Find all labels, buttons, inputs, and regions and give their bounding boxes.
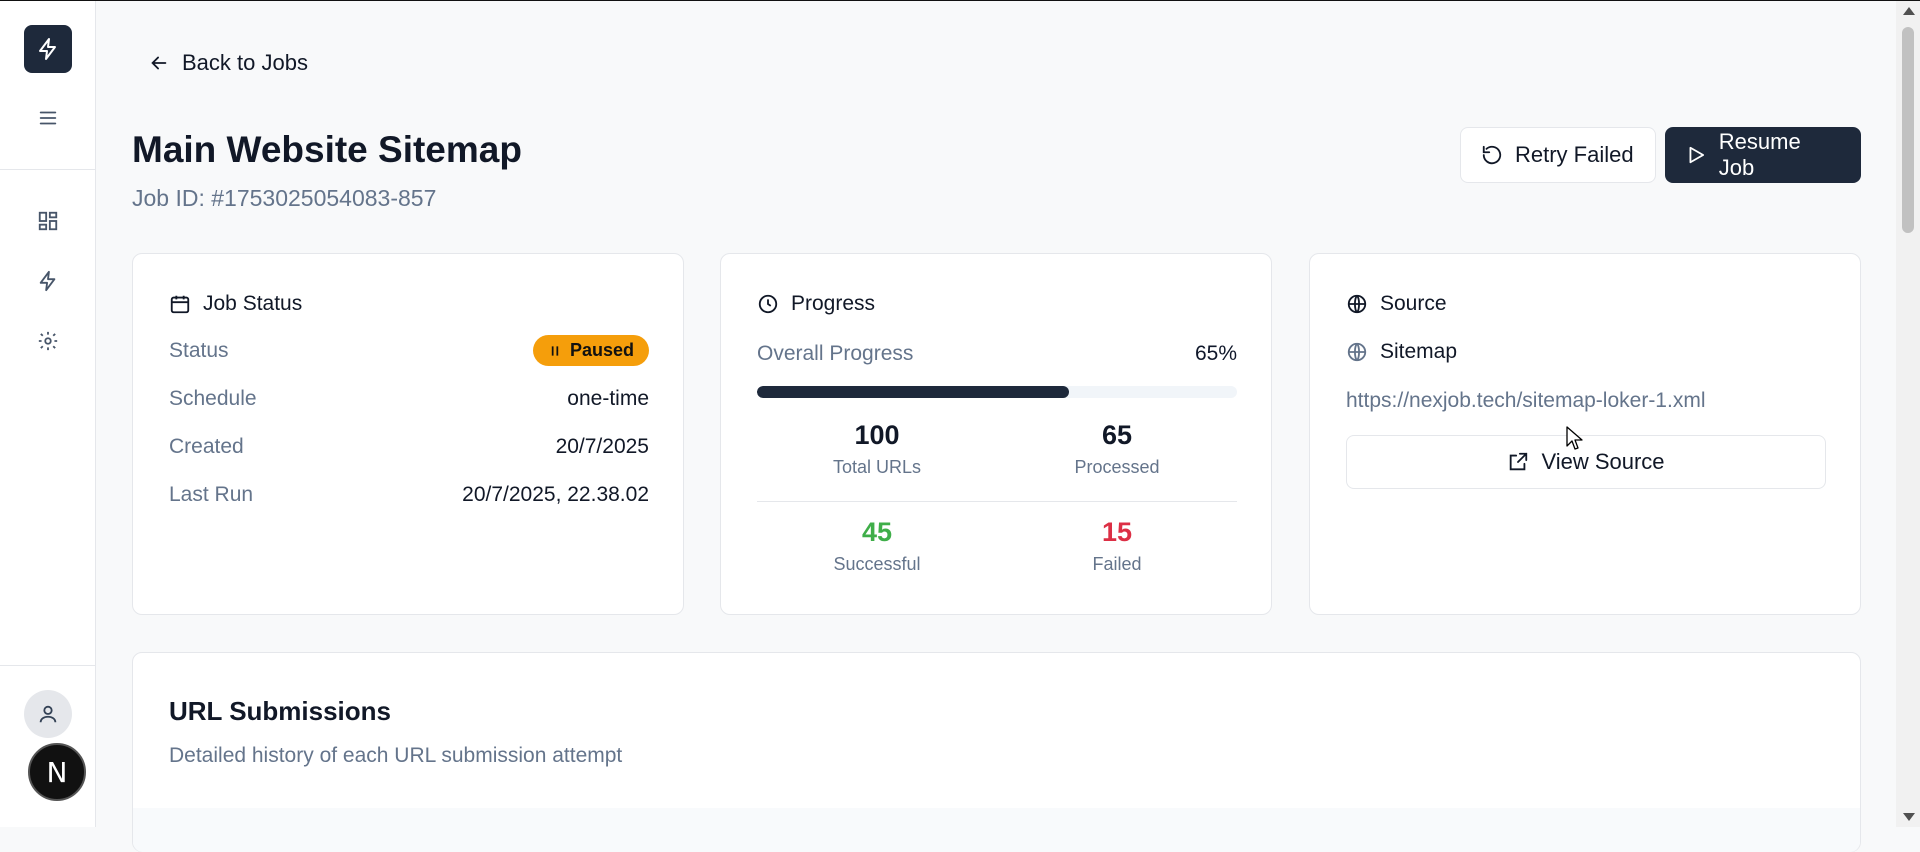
job-status-title: Job Status	[203, 292, 303, 315]
clock-icon	[758, 294, 778, 314]
url-submissions-card: URL Submissions Detailed history of each…	[132, 652, 1861, 852]
play-icon	[1689, 146, 1705, 164]
resume-label: Resume Job	[1718, 129, 1801, 180]
scroll-up-arrow[interactable]	[1903, 7, 1915, 15]
stat-total: 100 Total URLs	[757, 420, 997, 478]
progress-bar	[757, 386, 1237, 398]
sidebar-item-settings[interactable]	[33, 326, 63, 356]
mouse-cursor-icon	[1566, 426, 1583, 450]
overall-progress-label: Overall Progress	[757, 342, 914, 365]
source-url: https://nexjob.tech/sitemap-loker-1.xml	[1346, 389, 1706, 412]
stat-processed: 65 Processed	[997, 420, 1237, 478]
calendar-icon	[170, 295, 190, 314]
stat-failed: 15 Failed	[997, 517, 1237, 575]
progress-bar-fill	[757, 386, 1069, 398]
job-status-card: Job Status Status Paused Schedule one-ti…	[132, 253, 684, 615]
source-heading: Source	[1346, 292, 1447, 316]
user-icon	[39, 705, 57, 723]
back-label: Back to Jobs	[182, 50, 308, 75]
url-submissions-description: Detailed history of each URL submission …	[169, 744, 623, 767]
stat-processed-caption: Processed	[1074, 457, 1160, 477]
schedule-label: Schedule	[169, 387, 257, 410]
table-header-strip	[133, 808, 1860, 852]
hamburger-icon	[39, 111, 57, 125]
retry-failed-button[interactable]: Retry Failed	[1460, 127, 1656, 183]
scroll-down-arrow[interactable]	[1903, 813, 1915, 821]
status-label: Status	[169, 338, 229, 362]
resume-job-button[interactable]: Resume Job	[1665, 127, 1861, 183]
schedule-value: one-time	[567, 387, 649, 410]
external-link-icon	[1510, 452, 1528, 471]
source-type-label: Sitemap	[1380, 340, 1458, 363]
stat-failed-caption: Failed	[1092, 554, 1142, 574]
app-logo[interactable]	[24, 25, 72, 73]
stat-total-number: 100	[854, 420, 900, 450]
last-run-label: Last Run	[169, 483, 254, 506]
retry-label: Retry Failed	[1515, 142, 1634, 167]
retry-icon	[1482, 145, 1502, 165]
page-title: Main Website Sitemap	[132, 129, 522, 170]
pause-icon	[551, 345, 559, 356]
progress-title: Progress	[791, 292, 876, 315]
sidebar-divider	[0, 665, 95, 666]
status-row: Status Paused	[169, 335, 649, 366]
view-source-label: View Source	[1541, 449, 1665, 474]
job-status-heading: Job Status	[169, 292, 302, 316]
dev-badge[interactable]: N	[28, 743, 86, 801]
arrow-left-icon	[151, 56, 167, 70]
gear-icon	[38, 331, 58, 351]
created-row: Created 20/7/2025	[169, 435, 649, 459]
schedule-row: Schedule one-time	[169, 387, 649, 411]
dashboard-icon	[38, 211, 58, 231]
source-type: Sitemap	[1346, 340, 1457, 364]
stat-total-caption: Total URLs	[832, 457, 922, 477]
job-id: Job ID: #1753025054083-857	[132, 185, 437, 211]
globe-icon	[1347, 294, 1367, 314]
main-content: Back to Jobs Main Website Sitemap Job ID…	[96, 1, 1896, 852]
sidebar-divider	[0, 169, 95, 170]
source-title: Source	[1380, 292, 1447, 315]
overall-progress-value: 65%	[1194, 342, 1237, 365]
stat-processed-number: 65	[1101, 420, 1133, 450]
page-scrollbar[interactable]	[1896, 1, 1920, 827]
globe-icon	[1347, 342, 1367, 362]
menu-toggle-button[interactable]	[33, 103, 63, 133]
overall-progress-row: Overall Progress 65%	[757, 342, 1237, 366]
last-run-row: Last Run 20/7/2025, 22.38.02	[169, 483, 649, 507]
stat-failed-number: 15	[1101, 517, 1133, 547]
lightning-icon	[39, 38, 56, 60]
url-submissions-title: URL Submissions	[169, 696, 392, 726]
sidebar-item-jobs[interactable]	[33, 266, 63, 296]
progress-heading: Progress	[757, 292, 875, 316]
stats-divider	[757, 501, 1237, 502]
progress-card: Progress Overall Progress 65% 100 Total …	[720, 253, 1272, 615]
status-badge: Paused	[532, 335, 649, 366]
status-value: Paused	[569, 340, 634, 360]
stat-successful-caption: Successful	[833, 554, 921, 574]
stat-successful-number: 45	[861, 517, 893, 547]
lightning-icon	[39, 270, 56, 292]
source-card: Source Sitemap https://nexjob.tech/sitem…	[1309, 253, 1861, 615]
created-value: 20/7/2025	[555, 435, 649, 458]
view-source-button[interactable]: View Source	[1346, 435, 1826, 489]
user-avatar[interactable]	[24, 690, 72, 738]
stat-successful: 45 Successful	[757, 517, 997, 575]
scroll-thumb[interactable]	[1902, 27, 1914, 233]
back-to-jobs-link[interactable]: Back to Jobs	[148, 50, 308, 76]
last-run-value: 20/7/2025, 22.38.02	[462, 483, 649, 506]
sidebar: N	[0, 1, 96, 827]
created-label: Created	[169, 435, 244, 458]
sidebar-item-dashboard[interactable]	[33, 206, 63, 236]
